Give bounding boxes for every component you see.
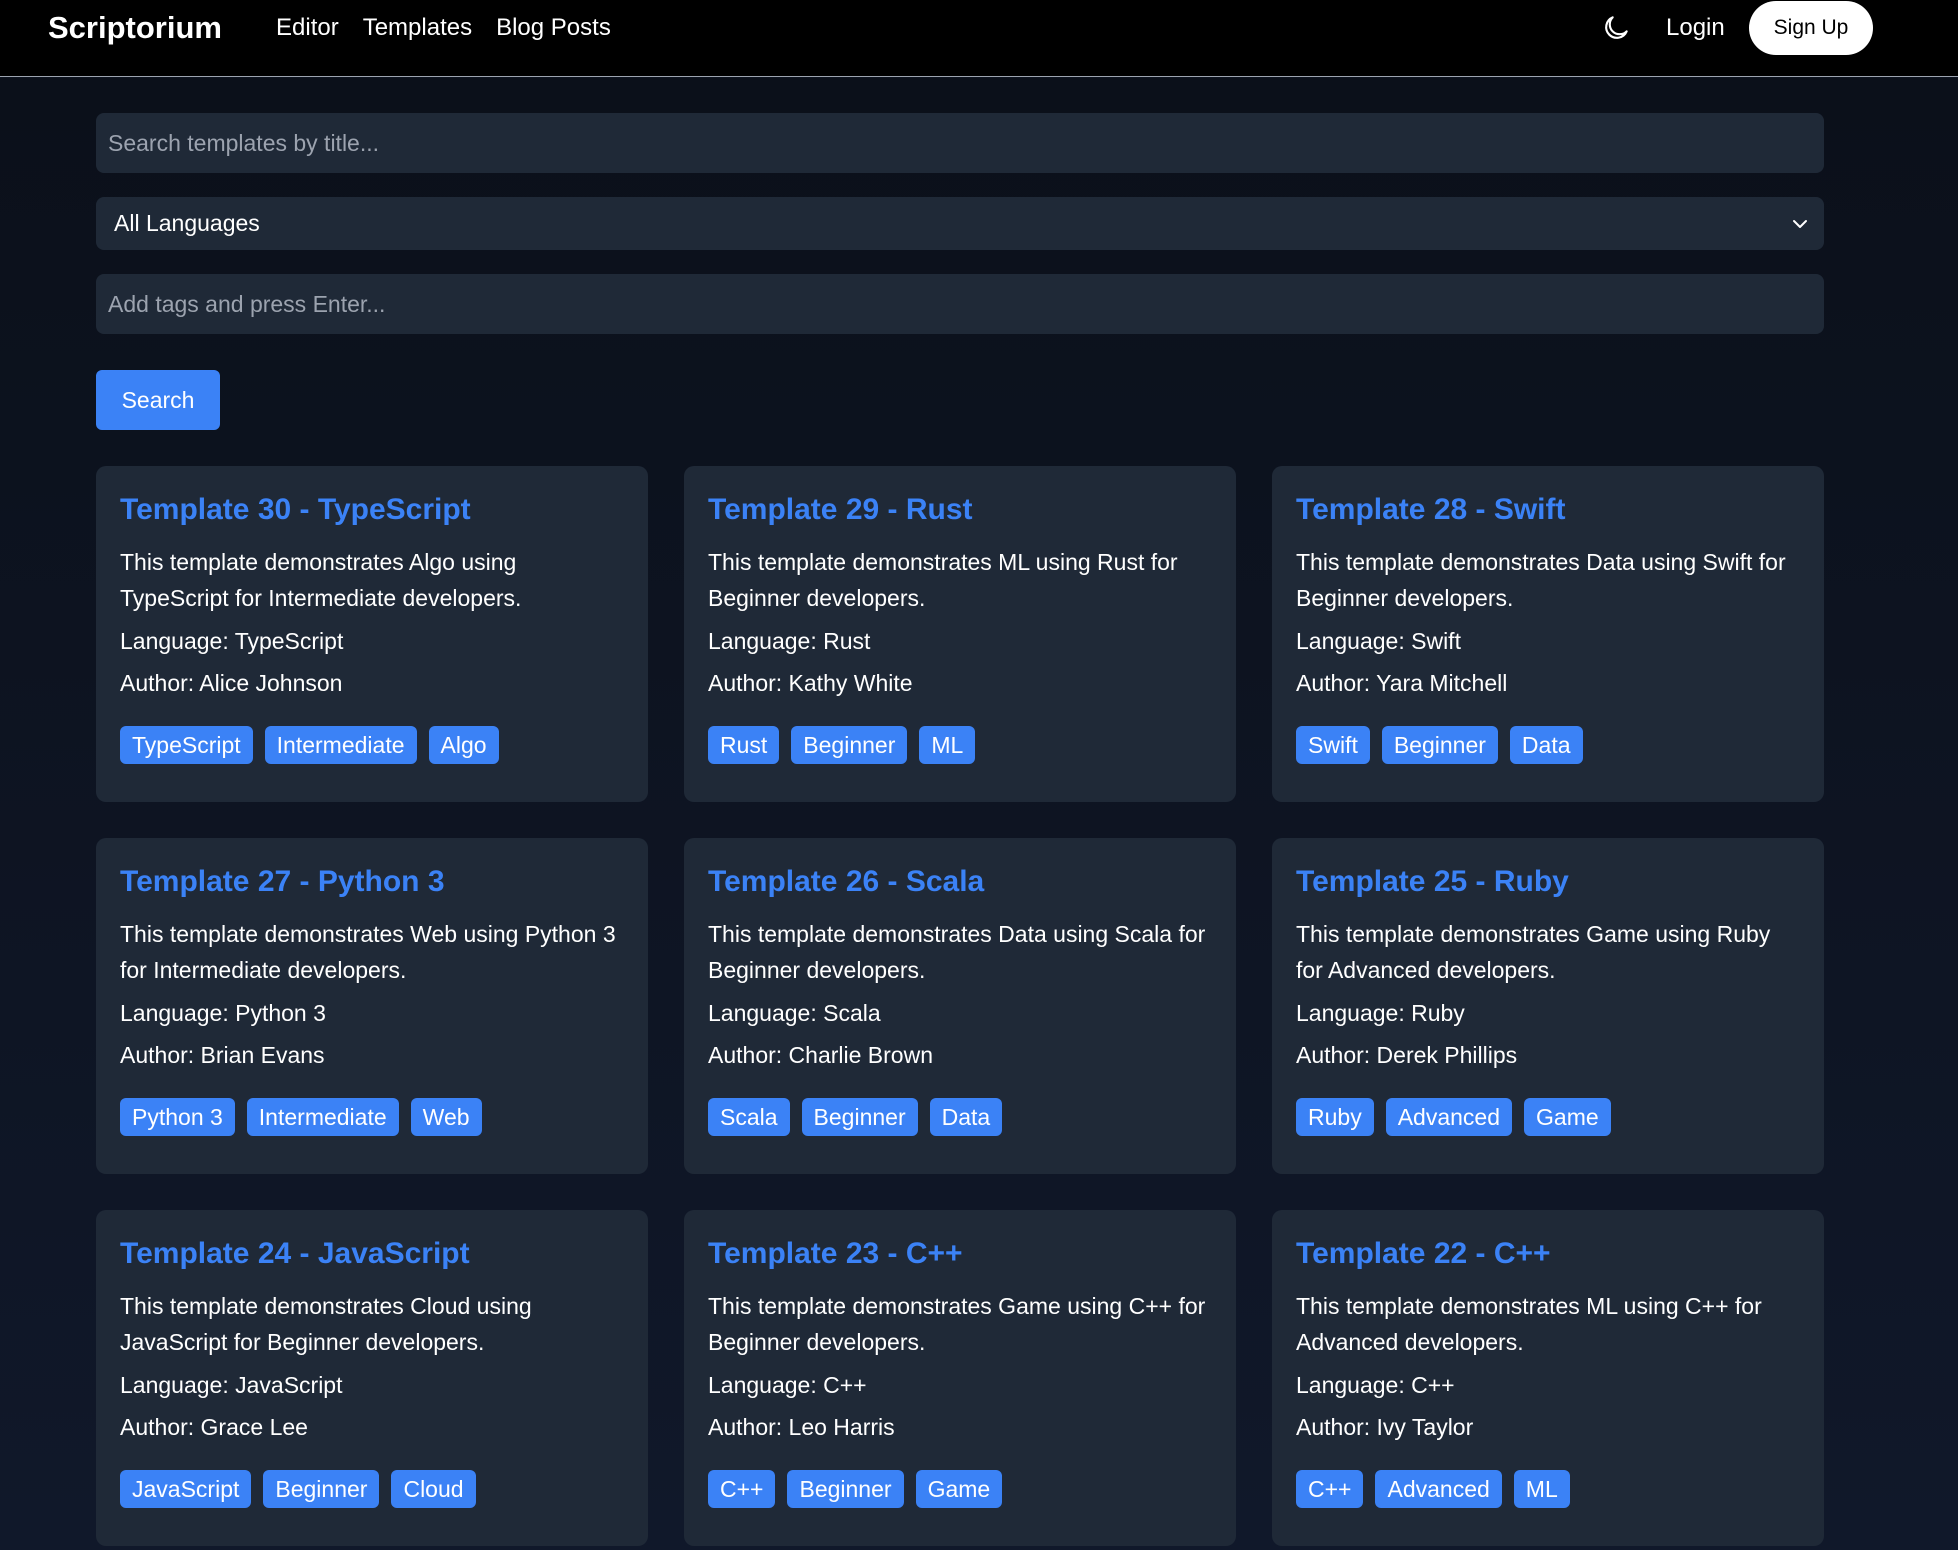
tag-list: Rust Beginner ML — [708, 726, 1212, 764]
tag-badge[interactable]: Beginner — [791, 726, 908, 764]
tag-list: TypeScript Intermediate Algo — [120, 726, 624, 764]
template-title[interactable]: Template 24 - JavaScript — [120, 1236, 624, 1272]
tag-badge[interactable]: Beginner — [1381, 726, 1498, 764]
template-author: Author: Charlie Brown — [708, 1042, 933, 1068]
template-language: Language: Scala — [708, 1000, 881, 1026]
tag-badge[interactable]: Rust — [708, 726, 780, 764]
template-author: Author: Yara Mitchell — [1296, 670, 1508, 696]
template-language: Language: C++ — [708, 1372, 867, 1398]
template-card[interactable]: Template 22 - C++ This template demonstr… — [1272, 1210, 1824, 1546]
template-author: Author: Ivy Taylor — [1296, 1414, 1474, 1440]
top-navbar: Scriptorium Editor Templates Blog Posts … — [0, 0, 1958, 77]
template-language: Language: Ruby — [1296, 1000, 1465, 1026]
tag-badge[interactable]: Ruby — [1296, 1098, 1374, 1136]
language-select[interactable]: All Languages — [96, 197, 1824, 250]
template-author: Author: Brian Evans — [120, 1042, 325, 1068]
tag-badge[interactable]: Game — [915, 1470, 1003, 1508]
template-card[interactable]: Template 23 - C++ This template demonstr… — [684, 1210, 1236, 1546]
tag-list: Ruby Advanced Game — [1296, 1098, 1800, 1136]
template-language: Language: TypeScript — [120, 628, 344, 654]
tag-badge[interactable]: Intermediate — [246, 1098, 399, 1136]
nav-link-templates[interactable]: Templates — [363, 13, 472, 43]
template-title[interactable]: Template 26 - Scala — [708, 864, 1212, 900]
template-title[interactable]: Template 28 - Swift — [1296, 492, 1800, 528]
tag-list: Python 3 Intermediate Web — [120, 1098, 624, 1136]
tag-badge[interactable]: Data — [929, 1098, 1003, 1136]
template-language: Language: Python 3 — [120, 1000, 326, 1026]
tag-list: C++ Advanced ML — [1296, 1470, 1800, 1508]
nav-link-editor[interactable]: Editor — [276, 13, 339, 43]
tag-badge[interactable]: Advanced — [1385, 1098, 1513, 1136]
tag-badge[interactable]: JavaScript — [120, 1470, 252, 1508]
templates-page: Search templates by title... All Languag… — [0, 78, 1958, 1550]
tag-badge[interactable]: ML — [1513, 1470, 1570, 1508]
tag-badge[interactable]: Data — [1509, 726, 1583, 764]
template-language: Language: JavaScript — [120, 1372, 343, 1398]
template-description: This template demonstrates ML using Rust… — [708, 549, 1178, 611]
tag-badge[interactable]: Game — [1524, 1098, 1611, 1136]
template-description: This template demonstrates Data using Sc… — [708, 921, 1206, 983]
login-link[interactable]: Login — [1666, 13, 1725, 43]
template-description: This template demonstrates ML using C++ … — [1296, 1293, 1762, 1355]
signup-button[interactable]: Sign Up — [1749, 1, 1873, 55]
template-description: This template demonstrates Game using Ru… — [1296, 921, 1771, 983]
template-card[interactable]: Template 27 - Python 3 This template dem… — [96, 838, 648, 1174]
tag-badge[interactable]: Python 3 — [120, 1098, 235, 1136]
main-nav: Editor Templates Blog Posts — [276, 13, 635, 43]
search-input[interactable]: Search templates by title... — [96, 113, 1824, 173]
tag-badge[interactable]: TypeScript — [120, 726, 253, 764]
tag-list: C++ Beginner Game — [708, 1470, 1212, 1508]
template-card[interactable]: Template 26 - Scala This template demons… — [684, 838, 1236, 1174]
nav-link-blog-posts[interactable]: Blog Posts — [496, 13, 611, 43]
tag-badge[interactable]: Swift — [1296, 726, 1370, 764]
tag-badge[interactable]: Beginner — [787, 1470, 904, 1508]
template-title[interactable]: Template 29 - Rust — [708, 492, 1212, 528]
template-card[interactable]: Template 29 - Rust This template demonst… — [684, 466, 1236, 802]
moon-icon[interactable] — [1600, 12, 1632, 44]
template-description: This template demonstrates Web using Pyt… — [120, 921, 616, 983]
template-language: Language: Rust — [708, 628, 871, 654]
brand-logo[interactable]: Scriptorium — [48, 10, 222, 46]
tag-badge[interactable]: C++ — [708, 1470, 776, 1508]
tag-badge[interactable]: C++ — [1296, 1470, 1364, 1508]
template-author: Author: Grace Lee — [120, 1414, 308, 1440]
template-author: Author: Derek Phillips — [1296, 1042, 1518, 1068]
template-description: This template demonstrates Data using Sw… — [1296, 549, 1786, 611]
tag-badge[interactable]: Algo — [428, 726, 499, 764]
tag-badge[interactable]: Intermediate — [264, 726, 417, 764]
tag-badge[interactable]: Web — [410, 1098, 482, 1136]
tag-list: JavaScript Beginner Cloud — [120, 1470, 624, 1508]
language-select-value: All Languages — [114, 210, 260, 236]
template-grid: Template 30 - TypeScript This template d… — [96, 466, 1824, 1546]
tag-badge[interactable]: Beginner — [801, 1098, 918, 1136]
template-language: Language: Swift — [1296, 628, 1461, 654]
template-title[interactable]: Template 30 - TypeScript — [120, 492, 624, 528]
template-title[interactable]: Template 25 - Ruby — [1296, 864, 1800, 900]
template-card[interactable]: Template 24 - JavaScript This template d… — [96, 1210, 648, 1546]
template-description: This template demonstrates Cloud using J… — [120, 1293, 532, 1355]
tag-list: Swift Beginner Data — [1296, 726, 1800, 764]
tag-badge[interactable]: Beginner — [263, 1470, 380, 1508]
template-card[interactable]: Template 28 - Swift This template demons… — [1272, 466, 1824, 802]
template-card[interactable]: Template 25 - Ruby This template demonst… — [1272, 838, 1824, 1174]
template-description: This template demonstrates Game using C+… — [708, 1293, 1206, 1355]
tags-input[interactable]: Add tags and press Enter... — [96, 274, 1824, 334]
tag-list: Scala Beginner Data — [708, 1098, 1212, 1136]
tag-badge[interactable]: ML — [919, 726, 976, 764]
template-title[interactable]: Template 22 - C++ — [1296, 1236, 1800, 1272]
chevron-down-icon — [1793, 220, 1807, 228]
tag-badge[interactable]: Scala — [708, 1098, 790, 1136]
template-title[interactable]: Template 23 - C++ — [708, 1236, 1212, 1272]
template-language: Language: C++ — [1296, 1372, 1455, 1398]
template-card[interactable]: Template 30 - TypeScript This template d… — [96, 466, 648, 802]
template-author: Author: Leo Harris — [708, 1414, 895, 1440]
template-description: This template demonstrates Algo using Ty… — [120, 549, 522, 611]
template-author: Author: Alice Johnson — [120, 670, 343, 696]
template-title[interactable]: Template 27 - Python 3 — [120, 864, 624, 900]
search-button[interactable]: Search — [96, 370, 220, 430]
template-author: Author: Kathy White — [708, 670, 913, 696]
tag-badge[interactable]: Advanced — [1375, 1470, 1502, 1508]
tag-badge[interactable]: Cloud — [391, 1470, 476, 1508]
